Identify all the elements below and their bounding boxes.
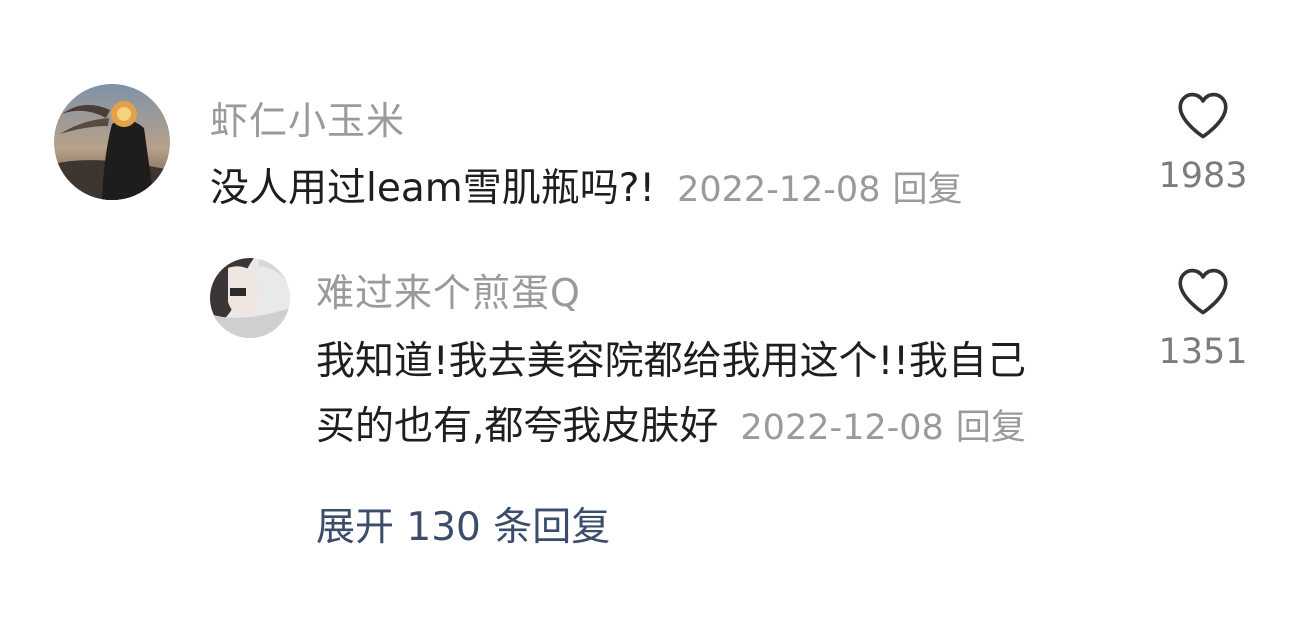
reply-button[interactable]: 回复 [892,170,962,210]
heart-outline-icon [1178,268,1228,315]
avatar-image [210,258,290,338]
reply-text-line-2: 买的也有,都夸我皮肤好 [316,404,719,449]
like-count: 1983 [1158,156,1248,196]
comment-text: 没人用过leam雪肌瓶吗?! [210,166,656,211]
avatar[interactable] [210,258,290,338]
expand-replies-link[interactable]: 展开 130 条回复 [316,496,610,552]
reply-date: 2022-12-08 [740,408,944,448]
like-button[interactable]: 1351 [1148,266,1258,372]
reply-meta: 2022-12-08 回复 [740,408,1025,448]
avatar-image [54,84,170,200]
username[interactable]: 虾仁小玉米 [210,90,405,145]
username[interactable]: 难过来个煎蛋Q [316,262,581,317]
comment-date: 2022-12-08 [677,170,881,210]
avatar[interactable] [54,84,170,200]
like-count: 1351 [1158,332,1248,372]
reply-text-row: 买的也有,都夸我皮肤好 2022-12-08 回复 [316,396,1026,459]
comment-text-row: 没人用过leam雪肌瓶吗?! 2022-12-08 回复 [210,158,962,221]
reply-text-line-1: 我知道!我去美容院都给我用这个!!我自己 [316,339,1026,384]
like-button[interactable]: 1983 [1148,90,1258,196]
heart-outline-icon [1178,92,1228,139]
reply-button[interactable]: 回复 [956,408,1026,448]
comment-meta: 2022-12-08 回复 [677,170,962,210]
